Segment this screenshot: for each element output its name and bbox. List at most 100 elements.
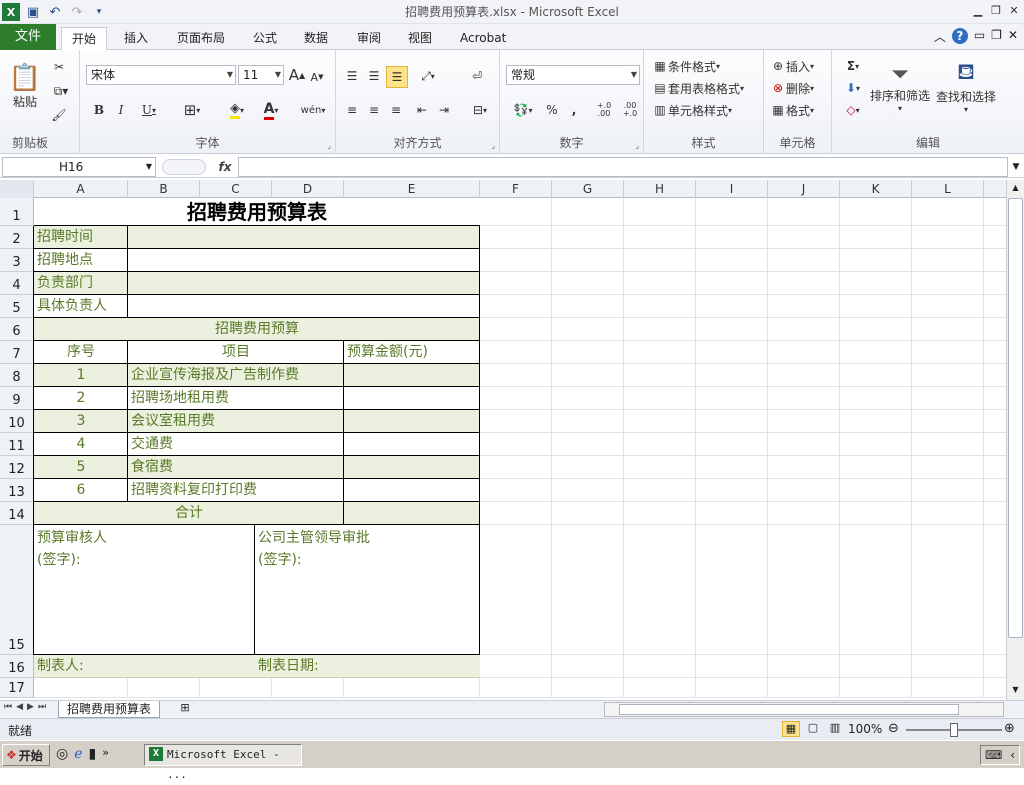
borders-icon[interactable]: ⊞ ▾ — [178, 100, 206, 120]
normal-view-icon[interactable]: ▦ — [782, 721, 800, 737]
table-format-button[interactable]: ▤ 套用表格格式 ▾ — [652, 78, 744, 98]
align-top-icon[interactable]: ☰ — [342, 66, 362, 86]
keyboard-icon[interactable]: ⌨ — [985, 748, 1002, 762]
item-no[interactable]: 1 — [34, 364, 128, 387]
ie-icon[interactable]: ℯ — [74, 746, 82, 762]
quick-launch-icon-1[interactable]: ◎ — [56, 746, 68, 762]
item-name[interactable]: 会议室租用费 — [128, 410, 344, 433]
column-header-d[interactable]: D — [272, 180, 344, 198]
cell-styles-button[interactable]: ▥ 单元格样式 ▾ — [652, 100, 732, 120]
tab-review[interactable]: 审阅 — [347, 27, 391, 50]
row-header-12[interactable]: 12 — [0, 456, 34, 479]
column-header-g[interactable]: G — [552, 180, 624, 198]
find-select-button[interactable]: ⛾ 查找和选择 ▾ — [934, 54, 998, 120]
row-header-11[interactable]: 11 — [0, 433, 34, 456]
orientation-icon[interactable]: ⤢ ▾ — [414, 66, 442, 86]
currency-icon[interactable]: 💱 ▾ — [508, 100, 538, 120]
item-name[interactable]: 食宿费 — [128, 456, 344, 479]
doc-minimize-icon[interactable]: ▭ — [974, 28, 985, 45]
start-button[interactable]: ❖ 开始 — [2, 744, 50, 766]
sheet-title[interactable]: 招聘费用预算表 — [34, 198, 480, 226]
row-header-6[interactable]: 6 — [0, 318, 34, 341]
column-header-e[interactable]: E — [344, 180, 480, 198]
restore-icon[interactable]: ❐ — [988, 2, 1004, 18]
item-no[interactable]: 5 — [34, 456, 128, 479]
help-icon[interactable]: ? — [951, 28, 968, 44]
sort-filter-button[interactable]: ⏷ 排序和筛选 ▾ — [870, 54, 930, 120]
increase-decimal-button[interactable]: +.0 .00 — [592, 100, 616, 120]
maker-label[interactable]: 制表人: — [34, 655, 234, 678]
date-label[interactable]: 制表日期: — [255, 655, 455, 678]
total-label[interactable]: 合计 — [34, 502, 344, 525]
row-header-15[interactable]: 15 — [0, 525, 34, 655]
font-grow-icon[interactable]: A ▲ — [288, 66, 306, 84]
alignment-dialog-launcher-icon[interactable]: ⌟ — [491, 141, 495, 150]
horizontal-scrollbar[interactable] — [604, 702, 1004, 717]
column-header-l[interactable]: L — [912, 180, 984, 198]
font-size-combo[interactable]: 11 ▼ — [238, 65, 284, 85]
worksheet-grid[interactable]: ABCDEFGHIJKL 1 2 3 4 5 6 7 8 9 10 11 12 13 14 15 16 17 招聘… — [0, 180, 1006, 700]
header-no[interactable]: 序号 — [34, 341, 128, 364]
row-header-1[interactable]: 1 — [0, 198, 34, 226]
italic-button[interactable]: I — [112, 100, 130, 120]
format-painter-icon[interactable]: 🖌 — [48, 106, 70, 124]
fill-color-icon[interactable]: ◈ ▾ — [222, 100, 252, 120]
formula-expand-handle[interactable] — [162, 159, 206, 175]
align-center-icon[interactable]: ≡ — [364, 100, 384, 120]
more-icon[interactable]: » — [102, 746, 109, 762]
quick-launch-icon-3[interactable]: ▮ — [89, 746, 97, 762]
row-header-16[interactable]: 16 — [0, 655, 34, 678]
formula-input[interactable] — [238, 157, 1008, 177]
tab-home[interactable]: 开始 — [61, 27, 108, 50]
format-cells-button[interactable]: ▦ 格式 ▾ — [770, 100, 814, 120]
number-format-combo[interactable]: 常规 ▼ — [506, 65, 640, 85]
zoom-level[interactable]: 100% — [848, 722, 882, 736]
column-header-b[interactable]: B — [128, 180, 200, 198]
row-header-10[interactable]: 10 — [0, 410, 34, 433]
scroll-down-icon[interactable]: ▼ — [1008, 684, 1023, 696]
row-header-7[interactable]: 7 — [0, 341, 34, 364]
tab-view[interactable]: 视图 — [398, 27, 442, 50]
tray-expand-icon[interactable]: ‹ — [1010, 748, 1015, 762]
item-no[interactable]: 4 — [34, 433, 128, 456]
vertical-scrollbar[interactable]: ▲ ▼ — [1006, 180, 1024, 700]
font-dialog-launcher-icon[interactable]: ⌟ — [327, 141, 331, 150]
sheet-nav-icons[interactable]: ⏮◀▶⏭ — [4, 702, 50, 712]
delete-cells-button[interactable]: ⊗ 删除 ▾ — [770, 78, 814, 98]
item-name[interactable]: 招聘场地租用费 — [128, 387, 344, 410]
close-icon[interactable]: ✕ — [1006, 2, 1022, 18]
label-recruit-place[interactable]: 招聘地点 — [34, 249, 128, 272]
number-dialog-launcher-icon[interactable]: ⌟ — [635, 141, 639, 150]
column-header-j[interactable]: J — [768, 180, 840, 198]
font-name-combo[interactable]: 宋体 ▼ — [86, 65, 236, 85]
copy-icon[interactable]: ⧉▾ — [48, 82, 74, 100]
row-header-5[interactable]: 5 — [0, 295, 34, 318]
font-shrink-icon[interactable]: A ▼ — [308, 68, 326, 86]
row-header-17[interactable]: 17 — [0, 678, 34, 698]
select-all-corner[interactable] — [0, 180, 34, 198]
font-color-icon[interactable]: A ▾ — [256, 100, 286, 120]
approver-sign[interactable]: (签字): — [255, 549, 455, 571]
percent-button[interactable]: % — [542, 100, 562, 120]
section-title[interactable]: 招聘费用预算 — [34, 318, 480, 341]
merge-center-icon[interactable]: ⊟ ▾ — [466, 100, 494, 120]
approver-label[interactable]: 公司主管领导审批 — [255, 527, 455, 549]
decrease-decimal-button[interactable]: .00 +.0 — [618, 100, 642, 120]
decrease-indent-icon[interactable]: ⇤ — [412, 100, 432, 120]
page-break-view-icon[interactable]: ▥ — [826, 721, 844, 737]
item-name[interactable]: 企业宣传海报及广告制作费 — [128, 364, 344, 387]
taskbar-excel-button[interactable]: X Microsoft Excel - ... — [144, 744, 302, 781]
page-layout-view-icon[interactable]: ▢ — [804, 721, 822, 737]
tab-formulas[interactable]: 公式 — [243, 27, 287, 50]
column-header-a[interactable]: A — [34, 180, 128, 198]
reviewer-sign[interactable]: (签字): — [34, 549, 234, 571]
align-bottom-icon[interactable]: ☰ — [386, 66, 408, 88]
minimize-icon[interactable]: ▁ — [970, 2, 986, 18]
zoom-slider[interactable] — [906, 723, 1002, 737]
formula-bar-expand-icon[interactable]: ▼ — [1009, 158, 1023, 176]
paste-button[interactable]: 📋 粘贴 — [6, 54, 44, 118]
zoom-slider-thumb[interactable] — [950, 723, 958, 737]
tab-file[interactable]: 文件 — [0, 24, 56, 50]
column-header-k[interactable]: K — [840, 180, 912, 198]
tab-acrobat[interactable]: Acrobat — [450, 27, 516, 50]
